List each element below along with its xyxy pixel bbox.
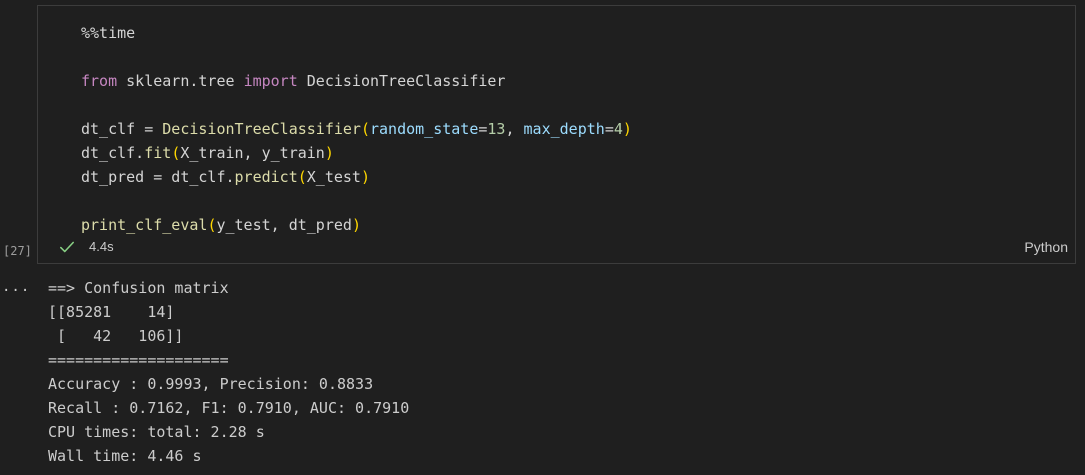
call-args: X_test <box>306 168 361 186</box>
output-line: ==================== <box>48 351 229 369</box>
code-editor[interactable]: %%time from sklearn.tree import Decision… <box>81 21 632 237</box>
output-line: CPU times: total: 2.28 s <box>48 423 265 441</box>
imported-name: DecisionTreeClassifier <box>297 72 506 90</box>
execution-time: 4.4s <box>89 239 114 254</box>
method-call: predict <box>234 168 298 186</box>
paren-open: ( <box>171 144 181 162</box>
equals: = <box>604 120 614 138</box>
code-line-1: %%time <box>81 21 632 45</box>
method-call: fit <box>144 144 172 162</box>
call-args: X_train, y_train <box>180 144 325 162</box>
output-line: ==> Confusion matrix <box>48 279 229 297</box>
output-line: Accuracy : 0.9993, Precision: 0.8833 <box>48 375 374 393</box>
paren-close: ) <box>360 168 370 186</box>
class-call: DecisionTreeClassifier <box>162 120 361 138</box>
code-cell[interactable]: %%time from sklearn.tree import Decision… <box>37 5 1076 264</box>
notebook-view: [27] %%time from sklearn.tree import Dec… <box>0 0 1085 475</box>
comma: , <box>505 120 524 138</box>
code-line-5: dt_pred = dt_clf.predict(X_test) <box>81 165 632 189</box>
output-more-actions-button[interactable]: ... <box>2 279 30 295</box>
call-args: y_test, dt_pred <box>216 216 352 234</box>
var-assign: dt_clf = <box>81 120 163 138</box>
code-line-4: dt_clf.fit(X_train, y_train) <box>81 141 632 165</box>
object-ref: dt_clf. <box>81 144 145 162</box>
cell-status-bar: 4.4s Python <box>38 233 1075 263</box>
module-name: sklearn.tree <box>117 72 244 90</box>
check-icon <box>60 241 74 253</box>
param-value: 13 <box>487 120 506 138</box>
keyword-from: from <box>81 72 118 90</box>
function-call: print_clf_eval <box>81 216 208 234</box>
param-name: random_state <box>370 120 479 138</box>
output-line: [ 42 106]] <box>48 327 184 345</box>
object-ref: dt_pred = dt_clf. <box>81 168 235 186</box>
execution-count: [27] <box>3 244 32 258</box>
paren-close: ) <box>351 216 361 234</box>
code-line-3: dt_clf = DecisionTreeClassifier(random_s… <box>81 117 632 141</box>
keyword-import: import <box>243 72 298 90</box>
param-value: 4 <box>613 120 623 138</box>
output-line: [[85281 14] <box>48 303 175 321</box>
output-line: Wall time: 4.46 s <box>48 447 202 465</box>
output-line: Recall : 0.7162, F1: 0.7910, AUC: 0.7910 <box>48 399 410 417</box>
paren-close: ) <box>622 120 632 138</box>
code-line-2: from sklearn.tree import DecisionTreeCla… <box>81 69 632 93</box>
cell-magic: %%time <box>81 24 136 42</box>
kernel-language-picker[interactable]: Python <box>1024 238 1068 256</box>
paren-open: ( <box>297 168 307 186</box>
paren-open: ( <box>360 120 370 138</box>
cell-output: ==> Confusion matrix [[85281 14] [ 42 10… <box>48 276 409 468</box>
param-name: max_depth <box>523 120 605 138</box>
paren-close: ) <box>324 144 334 162</box>
